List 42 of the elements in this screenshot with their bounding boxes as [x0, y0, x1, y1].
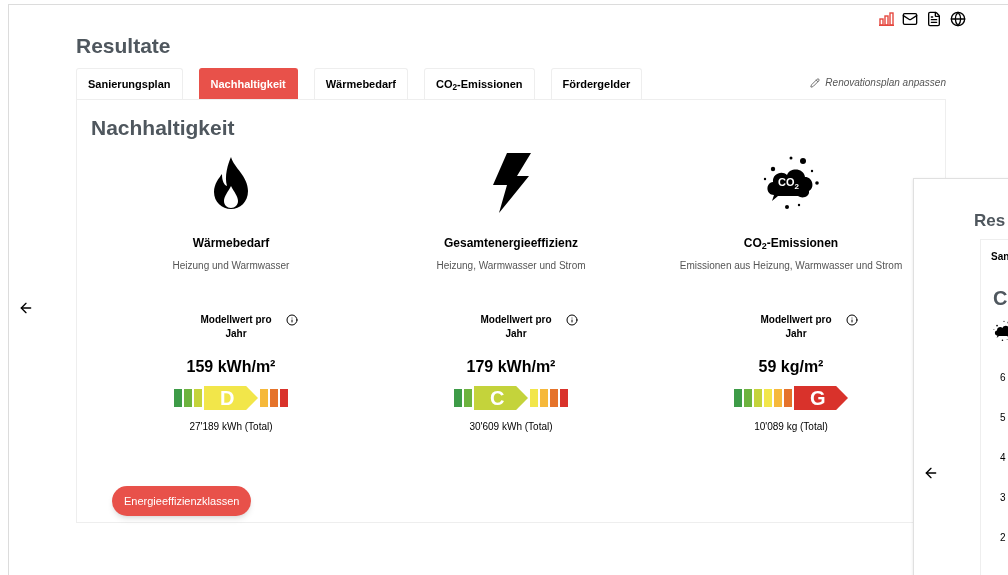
pencil-icon [810, 77, 821, 88]
page-title: Resultate [76, 33, 171, 59]
slide-section-title: C [993, 286, 1008, 311]
axis-tick: 3 [1000, 491, 1006, 505]
metric-title: CO$_{2}$-Emissionen [743, 235, 839, 252]
axis-tick: 5 [1000, 411, 1006, 425]
axis-tick: 6 [1000, 371, 1006, 385]
metric-title: Gesamtenergieeffizienz [443, 235, 578, 252]
axis-tick: 4 [1000, 451, 1006, 465]
globe-icon[interactable] [950, 11, 966, 27]
pdf-file-icon[interactable] [926, 11, 942, 27]
metric-total: 30'609 kWh (Total) [469, 420, 553, 434]
section-title: Nachhaltigkeit [91, 115, 235, 141]
metric-subtitle: Emissionen aus Heizung, Warmwasser und Strom [679, 259, 903, 273]
energy-classes-button[interactable]: Energieeffizienzklassen [112, 486, 252, 516]
axis-tick: 2 [1000, 531, 1006, 545]
metric-value: 59 kg/m² [758, 357, 824, 377]
metric-subtitle: Heizung, Warmwasser und Strom [436, 259, 586, 273]
co2-label: CO$_{2}$ [778, 176, 799, 190]
tab[interactable]: Fördergelder [550, 68, 643, 99]
tab[interactable]: Wärmebedarf [313, 68, 408, 99]
metric-subtitle: Heizung und Warmwasser [172, 259, 290, 273]
metric-value: 159 kWh/m² [186, 357, 276, 377]
bar-chart-icon[interactable] [879, 12, 894, 26]
tab[interactable]: Sanierungsplan [76, 68, 183, 99]
edit-link[interactable]: Renovationsplan anpassen [810, 75, 946, 90]
info-icon[interactable] [846, 314, 858, 326]
tab[interactable]: Nachhaltigkeit [198, 68, 298, 99]
metric-value: 179 kWh/m² [466, 357, 556, 377]
flame-icon [212, 156, 250, 210]
slide-title: Res [974, 210, 1006, 232]
tab[interactable]: CO$_{2}$-Emissionen [424, 68, 535, 99]
value-label: Modellwert pro Jahr [479, 313, 553, 341]
metric-total: 10'089 kg (Total) [754, 420, 828, 434]
info-icon[interactable] [286, 314, 298, 326]
info-icon[interactable] [566, 314, 578, 326]
metric-title: Wärmebedarf [192, 235, 270, 252]
value-label: Modellwert pro Jahr [199, 313, 273, 341]
value-label: Modellwert pro Jahr [759, 313, 833, 341]
mail-icon[interactable] [902, 11, 918, 27]
metric-total: 27'189 kWh (Total) [189, 420, 273, 434]
tab[interactable]: San [991, 249, 1008, 264]
